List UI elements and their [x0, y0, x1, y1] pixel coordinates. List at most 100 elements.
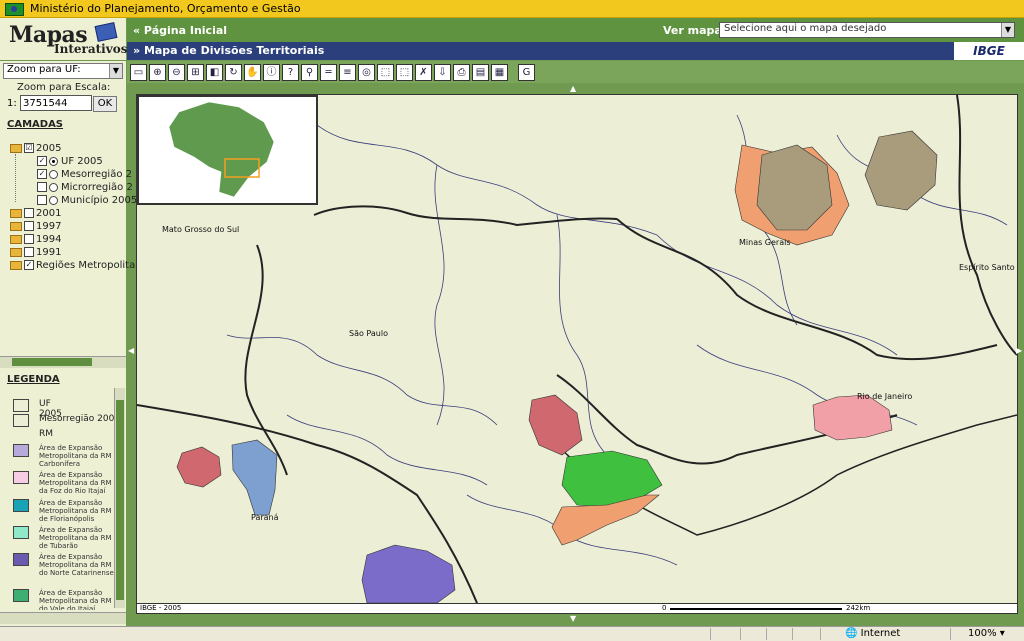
map-select[interactable]: Selecione aqui o mapa desejado ▼ [719, 22, 1015, 38]
layer-1997[interactable]: 1997 [10, 221, 61, 232]
browser-statusbar: 🌐 Internet 100% ▾ [0, 626, 1024, 641]
zoom-scale-label: Zoom para Escala: [17, 82, 111, 93]
clear-selection-icon[interactable]: ✗ [415, 64, 432, 81]
globe-icon: 🌐 [845, 628, 858, 639]
select-icon[interactable]: ⬚ [377, 64, 394, 81]
layer-1994[interactable]: 1994 [10, 234, 61, 245]
zoom-uf-select[interactable]: Zoom para UF: ▼ [3, 63, 123, 79]
scale-bar [670, 608, 842, 610]
pan-up-icon[interactable]: ▲ [570, 84, 576, 93]
zoom-out-icon[interactable]: ⊖ [168, 64, 185, 81]
app-logo: Mapas Interativos [0, 18, 128, 61]
layer-uf-2005[interactable]: ✓ UF 2005 [37, 156, 103, 167]
checkbox-icon[interactable] [37, 195, 47, 205]
label-espirito-santo: Espírito Santo [959, 263, 1015, 272]
pan-down-icon[interactable]: ▼ [570, 614, 576, 623]
internet-zone: 🌐 Internet [845, 628, 901, 639]
overview-minimap[interactable] [137, 95, 318, 205]
checkbox-icon[interactable]: ✓ [37, 156, 47, 166]
radio-icon[interactable] [49, 169, 58, 179]
label-mato-grosso-do-sul: Mato Grosso do Sul [162, 225, 240, 234]
checkbox-icon[interactable]: ☑ [24, 143, 34, 153]
label-sao-paulo: São Paulo [349, 329, 388, 338]
layer-1991[interactable]: 1991 [10, 247, 61, 258]
logo-line2: Interativos [54, 42, 128, 56]
label-minas-gerais: Minas Gerais [739, 238, 791, 247]
zoom-window-icon[interactable]: ⊞ [187, 64, 204, 81]
checkbox-icon[interactable] [37, 182, 47, 192]
pan-left-icon[interactable]: ◀ [128, 346, 134, 355]
query-icon[interactable]: ? [282, 64, 299, 81]
checkbox-icon[interactable] [24, 247, 34, 257]
layer-2005[interactable]: ☑ 2005 [10, 143, 61, 154]
download-icon[interactable]: ⇩ [434, 64, 451, 81]
label-rio-de-janeiro: Rio de Janeiro [857, 392, 913, 401]
header-bar: « Página Inicial Ver mapa: Selecione aqu… [127, 18, 1024, 42]
checkbox-icon[interactable] [24, 221, 34, 231]
chevron-down-icon[interactable]: ▼ [109, 64, 122, 78]
layers-icon[interactable]: ≡ [339, 64, 356, 81]
legend-swatch [13, 553, 29, 566]
ibge-logo: IBGE [954, 42, 1024, 60]
pan-right-icon[interactable]: ▶ [1016, 346, 1022, 355]
legend-vertical-scrollbar[interactable] [114, 388, 125, 608]
folder-icon [10, 260, 22, 270]
refresh-icon[interactable]: ↻ [225, 64, 242, 81]
scroll-thumb[interactable] [12, 358, 92, 366]
report-icon[interactable]: ▤ [472, 64, 489, 81]
legend-swatch [13, 526, 29, 539]
radio-icon[interactable] [49, 182, 58, 192]
legend-panel: UF 2005 Mesorregião 2005 RM Área de Expa… [3, 387, 124, 610]
checkbox-icon[interactable]: ✓ [37, 169, 47, 179]
layer-municipio[interactable]: Município 2005 [37, 195, 137, 206]
map-select-value: Selecione aqui o mapa desejado [724, 23, 887, 34]
google-icon[interactable]: G [518, 64, 535, 81]
scale-start: 0 [662, 604, 667, 612]
scale-end: 242km [846, 604, 871, 612]
radio-icon[interactable] [49, 195, 58, 205]
brazil-flag-icon [5, 3, 24, 16]
folder-icon [10, 234, 22, 244]
map-select-label: Ver mapa: [663, 24, 727, 37]
map-copyright: IBGE - 2005 [140, 604, 182, 612]
full-extent-icon[interactable]: ▭ [130, 64, 147, 81]
folder-icon [10, 247, 22, 257]
find-icon[interactable]: ⚲ [301, 64, 318, 81]
map-view[interactable]: Mato Grosso do Sul Minas Gerais Espírito… [136, 94, 1018, 604]
zoom-level[interactable]: 100% ▾ [968, 628, 1005, 639]
map-footer: IBGE - 2005 0 242km [136, 603, 1018, 614]
measure-icon[interactable]: ═ [320, 64, 337, 81]
pan-hand-icon[interactable]: ✋ [244, 64, 261, 81]
print-icon[interactable]: ⎙ [453, 64, 470, 81]
checkbox-icon[interactable]: ✓ [24, 260, 34, 270]
legend-swatch [13, 444, 29, 457]
legend-swatch [13, 399, 29, 412]
scale-ok-button[interactable]: OK [93, 96, 117, 112]
logo-map-icon [94, 22, 118, 42]
layer-2001[interactable]: 2001 [10, 208, 61, 219]
info-icon[interactable]: ⓘ [263, 64, 280, 81]
layer-microrregiao[interactable]: Microrregião 2 [37, 182, 133, 193]
scale-input[interactable] [20, 95, 92, 111]
map-title: » Mapa de Divisões Territoriais [133, 44, 325, 57]
select-area-icon[interactable]: ⬚ [396, 64, 413, 81]
locate-icon[interactable]: ◎ [358, 64, 375, 81]
home-link[interactable]: « Página Inicial [133, 24, 227, 37]
layer-regioes-metropolitanas[interactable]: ✓ Regiões Metropolita [10, 260, 135, 271]
zoom-in-icon[interactable]: ⊕ [149, 64, 166, 81]
zoom-previous-icon[interactable]: ◧ [206, 64, 223, 81]
folder-open-icon [10, 143, 22, 153]
legend-horizontal-scrollbar[interactable] [0, 612, 126, 624]
checkbox-icon[interactable] [24, 208, 34, 218]
label-parana: Paraná [251, 513, 279, 522]
scale-prefix: 1: [7, 98, 17, 109]
layer-mesorregiao[interactable]: ✓ Mesorregião 2 [37, 169, 132, 180]
scroll-thumb[interactable] [116, 400, 124, 600]
map-toolbar: ▭ ⊕ ⊖ ⊞ ◧ ↻ ✋ ⓘ? ⚲ ═ ≡ ◎ ⬚ ⬚ ✗ ⇩ ⎙ ▤ ▦ G [127, 61, 1024, 83]
legend-icon[interactable]: ▦ [491, 64, 508, 81]
legend-swatch [13, 499, 29, 512]
layers-horizontal-scrollbar[interactable] [0, 356, 126, 368]
checkbox-icon[interactable] [24, 234, 34, 244]
radio-icon[interactable] [49, 156, 58, 166]
chevron-down-icon[interactable]: ▼ [1001, 23, 1014, 37]
